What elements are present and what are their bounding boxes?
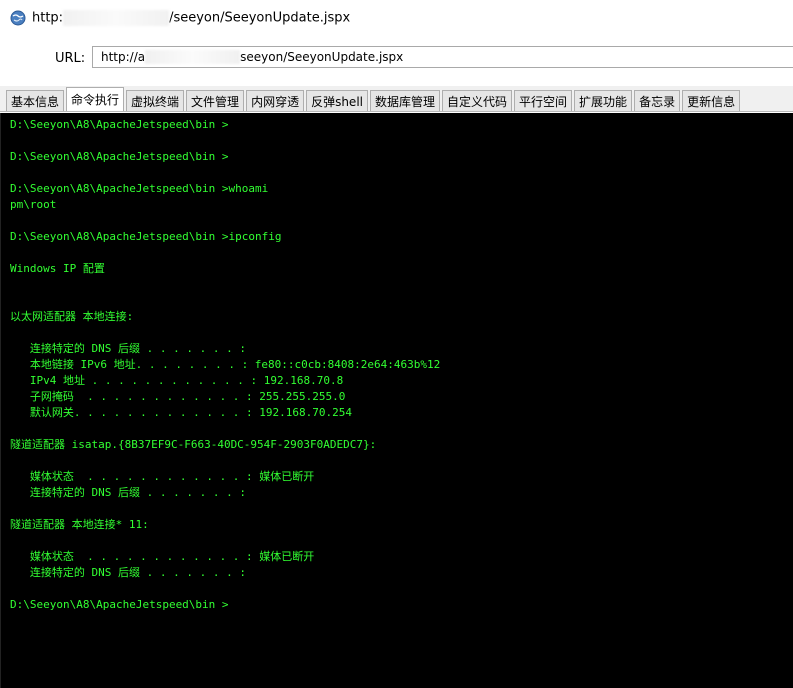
tab-virtual-terminal[interactable]: 虚拟终端 xyxy=(126,90,185,111)
console-line: 子网掩码 . . . . . . . . . . . . : 255.255.2… xyxy=(10,390,346,403)
console-line: 以太网适配器 本地连接: xyxy=(10,310,134,323)
console-line: IPv4 地址 . . . . . . . . . . . . : 192.16… xyxy=(10,374,344,387)
console-lines: D:\Seeyon\A8\ApacheJetspeed\bin > D:\See… xyxy=(1,113,793,613)
tab-update-info[interactable]: 更新信息 xyxy=(682,90,741,111)
tab-intranet-tunnel[interactable]: 内网穿透 xyxy=(246,90,305,111)
redacted-url-host xyxy=(145,50,241,64)
console-line: 隧道适配器 isatap.{8B37EF9C-F663-40DC-954F-29… xyxy=(10,438,377,451)
console-line: D:\Seeyon\A8\ApacheJetspeed\bin >whoami xyxy=(10,182,269,195)
console-line: 默认网关. . . . . . . . . . . . . : 192.168.… xyxy=(10,406,353,419)
url-label: URL: xyxy=(55,51,86,66)
tab-basic-info[interactable]: 基本信息 xyxy=(6,90,65,111)
address-row: URL: http://a seeyon/SeeyonUpdate.jspx xyxy=(0,36,793,86)
url-field[interactable]: http://a seeyon/SeeyonUpdate.jspx xyxy=(92,46,793,68)
tab-database-manager[interactable]: 数据库管理 xyxy=(370,90,441,111)
tab-parallel-space[interactable]: 平行空间 xyxy=(514,90,573,111)
command-output-console[interactable]: D:\Seeyon\A8\ApacheJetspeed\bin > D:\See… xyxy=(0,113,793,688)
url-prefix: http:// xyxy=(101,50,138,64)
console-line: 隧道适配器 本地连接* 11: xyxy=(10,518,149,531)
tab-extensions[interactable]: 扩展功能 xyxy=(574,90,633,111)
console-line: 连接特定的 DNS 后缀 . . . . . . . : xyxy=(10,342,246,355)
window-title: http: /seeyon/SeeyonUpdate.jspx xyxy=(32,10,350,26)
console-line: pm\root xyxy=(10,198,57,211)
tab-memo[interactable]: 备忘录 xyxy=(634,90,681,111)
tab-command-exec[interactable]: 命令执行 xyxy=(66,87,125,111)
console-line: 连接特定的 DNS 后缀 . . . . . . . : xyxy=(10,566,246,579)
tab-file-manager[interactable]: 文件管理 xyxy=(186,90,245,111)
window-title-suffix: /seeyon/SeeyonUpdate.jspx xyxy=(169,10,351,26)
tab-reverse-shell[interactable]: 反弹shell xyxy=(306,90,368,111)
console-line: D:\Seeyon\A8\ApacheJetspeed\bin > xyxy=(10,598,229,611)
console-line: 媒体状态 . . . . . . . . . . . . : 媒体已断开 xyxy=(10,470,315,483)
tab-strip: 基本信息 命令执行 虚拟终端 文件管理 内网穿透 反弹shell 数据库管理 自… xyxy=(0,86,793,112)
globe-icon xyxy=(10,10,26,26)
console-line: 媒体状态 . . . . . . . . . . . . : 媒体已断开 xyxy=(10,550,315,563)
window-title-bar: http: /seeyon/SeeyonUpdate.jspx xyxy=(0,0,793,36)
console-line: 连接特定的 DNS 后缀 . . . . . . . : xyxy=(10,486,246,499)
redacted-host xyxy=(63,10,170,26)
console-line: D:\Seeyon\A8\ApacheJetspeed\bin > xyxy=(10,118,229,131)
console-line: 本地链接 IPv6 地址. . . . . . . . : fe80::c0cb… xyxy=(10,358,441,371)
console-line: D:\Seeyon\A8\ApacheJetspeed\bin >ipconfi… xyxy=(10,230,282,243)
console-line: Windows IP 配置 xyxy=(10,262,105,275)
window-title-prefix: http: xyxy=(32,10,64,26)
console-line: D:\Seeyon\A8\ApacheJetspeed\bin > xyxy=(10,150,229,163)
url-mid: a xyxy=(137,50,146,64)
url-suffix: seeyon/SeeyonUpdate.jspx xyxy=(240,50,404,64)
tab-custom-code[interactable]: 自定义代码 xyxy=(442,90,513,111)
